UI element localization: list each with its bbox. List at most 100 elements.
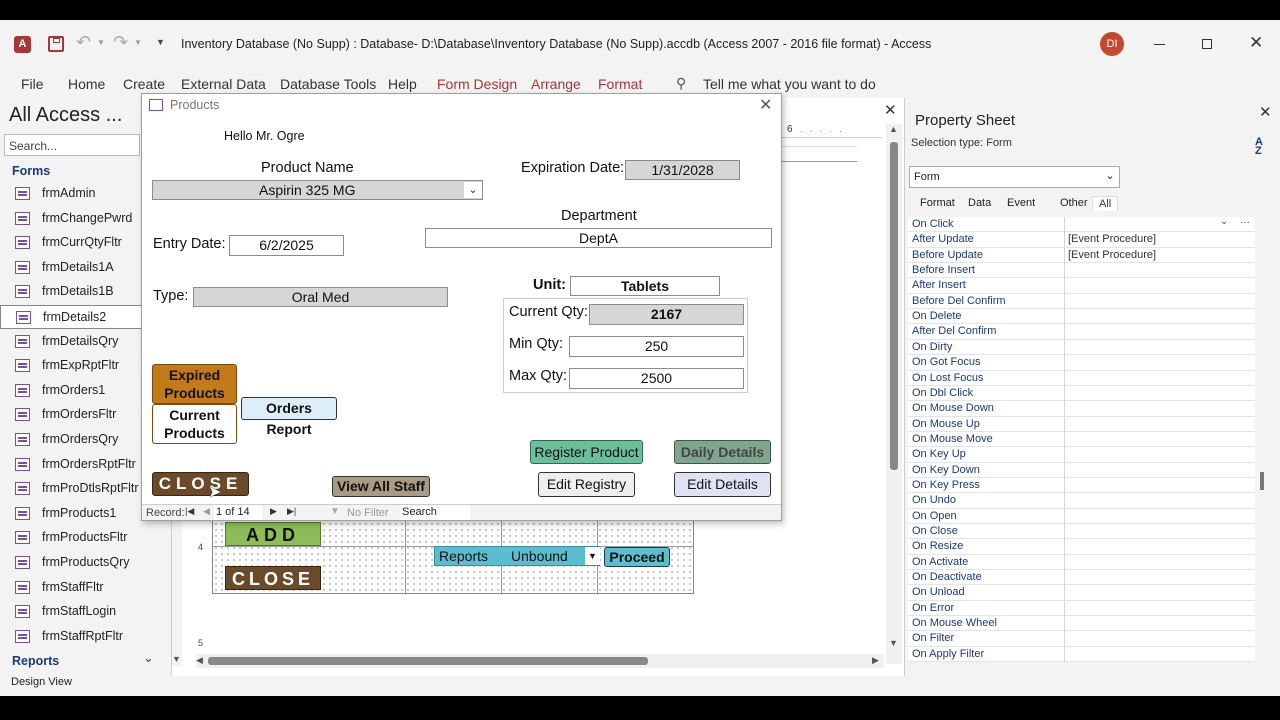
max-qty-field[interactable]: 2500 — [569, 368, 744, 389]
property-row[interactable]: On Mouse Wheel — [908, 616, 1255, 632]
current-products-button[interactable]: Current Products — [152, 404, 237, 444]
sort-az-icon[interactable]: AZ — [1255, 137, 1263, 157]
property-row[interactable]: On Deactivate — [908, 570, 1255, 586]
h-scroll-thumb[interactable] — [208, 657, 648, 665]
avatar[interactable]: DI — [1100, 32, 1124, 56]
close-window-icon[interactable]: ✕ — [1249, 33, 1263, 53]
property-value[interactable] — [1064, 401, 1255, 417]
selection-combo[interactable]: Form ⌄ — [909, 166, 1120, 188]
property-value[interactable] — [1064, 600, 1255, 616]
property-row[interactable]: On Lost Focus — [908, 370, 1255, 386]
product-name-combo[interactable]: Aspirin 325 MG ⌄ — [152, 180, 483, 200]
redo-dropdown-icon[interactable]: ▼ — [134, 38, 142, 47]
scroll-left-icon[interactable]: ◀ — [196, 655, 203, 666]
property-value[interactable] — [1064, 309, 1255, 325]
tab-create[interactable]: Create — [123, 76, 165, 92]
scroll-down-icon[interactable]: ▼ — [172, 654, 181, 664]
tab-database-tools[interactable]: Database Tools — [280, 76, 376, 92]
property-value[interactable] — [1064, 539, 1255, 555]
register-product-button[interactable]: Register Product — [530, 440, 643, 464]
property-row[interactable]: On Dbl Click — [908, 385, 1255, 402]
property-row[interactable]: On Key Down — [908, 462, 1255, 478]
expiration-field[interactable]: 1/31/2028 — [625, 160, 740, 180]
minimize-icon[interactable] — [1154, 44, 1165, 45]
last-record-icon[interactable]: ▶| — [287, 506, 296, 517]
tab-data[interactable]: Data — [962, 196, 997, 210]
property-row[interactable]: On Open — [908, 508, 1255, 525]
property-value[interactable] — [1064, 324, 1255, 340]
property-value[interactable] — [1064, 616, 1255, 632]
unit-field[interactable]: Tablets — [570, 276, 720, 296]
tab-form-design[interactable]: Form Design — [437, 76, 517, 92]
tab-file[interactable]: File — [21, 76, 44, 92]
property-value[interactable] — [1064, 477, 1255, 493]
orders-report-button[interactable]: Orders Report — [241, 397, 337, 437]
property-scroll-thumb[interactable] — [1260, 472, 1264, 490]
record-search[interactable]: Search — [400, 505, 470, 520]
builder-icon[interactable]: … — [1240, 215, 1250, 226]
chevron-down-icon[interactable]: ⌄ — [143, 650, 154, 666]
property-row[interactable]: On Resize — [908, 539, 1255, 555]
tell-me-box[interactable]: Tell me what you want to do — [703, 76, 876, 92]
nav-title[interactable]: All Access ... — [9, 104, 122, 127]
edit-details-button[interactable]: Edit Details — [674, 472, 771, 497]
property-row[interactable]: On Filter — [908, 631, 1255, 647]
scroll-up-icon[interactable]: ▲ — [889, 124, 898, 134]
vertical-scrollbar[interactable]: ▲ ▼ — [886, 124, 902, 664]
property-value[interactable] — [1064, 385, 1255, 401]
property-value[interactable] — [1064, 416, 1255, 432]
tab-format[interactable]: Format — [598, 76, 642, 92]
scroll-thumb[interactable] — [890, 142, 898, 470]
tab-external-data[interactable]: External Data — [181, 76, 266, 92]
close-design-icon[interactable]: ✕ — [884, 101, 897, 119]
nav-item-frmProductsFltr[interactable]: frmProductsFltr — [0, 526, 170, 550]
property-row[interactable]: On Mouse Up — [908, 416, 1255, 432]
type-field[interactable]: Oral Med — [193, 287, 448, 307]
property-row[interactable]: On Got Focus — [908, 355, 1255, 371]
property-value[interactable] — [1064, 370, 1255, 386]
property-value[interactable] — [1064, 585, 1255, 601]
property-scrollbar[interactable] — [1256, 218, 1268, 664]
reports-section-header[interactable]: Reports — [12, 654, 59, 668]
property-value[interactable] — [1064, 554, 1255, 570]
current-qty-field[interactable]: 2167 — [589, 304, 744, 325]
property-row[interactable]: On Key Up — [908, 447, 1255, 463]
scroll-right-icon[interactable]: ▶ — [872, 655, 879, 666]
property-row[interactable]: On Unload — [908, 585, 1255, 601]
min-qty-field[interactable]: 250 — [569, 336, 744, 357]
property-value[interactable] — [1064, 524, 1255, 539]
property-value[interactable] — [1064, 293, 1255, 309]
property-row[interactable]: After Del Confirm — [908, 324, 1255, 340]
property-value[interactable] — [1064, 646, 1255, 662]
prev-record-icon[interactable]: ◀ — [203, 506, 210, 517]
property-value[interactable] — [1064, 631, 1255, 647]
redo-icon[interactable]: ↷ — [113, 32, 128, 53]
add-control[interactable]: ADD — [225, 522, 321, 546]
undo-dropdown-icon[interactable]: ▼ — [97, 38, 105, 47]
tab-arrange[interactable]: Arrange — [531, 76, 581, 92]
property-value[interactable]: [Event Procedure] — [1064, 247, 1255, 263]
edit-registry-button[interactable]: Edit Registry — [538, 472, 635, 497]
tab-event[interactable]: Event — [1001, 196, 1041, 210]
nav-item-frmProductsQry[interactable]: frmProductsQry — [0, 551, 170, 575]
property-value[interactable] — [1064, 493, 1255, 509]
property-value[interactable] — [1064, 339, 1255, 355]
property-row[interactable]: On Dirty — [908, 339, 1255, 356]
horizontal-scrollbar[interactable]: ◀ ▶ — [196, 654, 884, 668]
tab-all[interactable]: All — [1092, 196, 1119, 211]
expired-products-button[interactable]: Expired Products — [152, 364, 237, 404]
property-value[interactable] — [1064, 508, 1255, 524]
property-value[interactable] — [1064, 447, 1255, 463]
close-icon[interactable]: ✕ — [1259, 103, 1272, 121]
property-row[interactable]: On Activate — [908, 554, 1255, 571]
daily-details-button[interactable]: Daily Details — [674, 440, 771, 464]
property-row[interactable]: On Click ⌄… — [908, 215, 1255, 233]
nav-item-frmStaffLogin[interactable]: frmStaffLogin — [0, 600, 170, 624]
property-row[interactable]: On Mouse Down — [908, 401, 1255, 417]
property-row[interactable]: On Key Press — [908, 477, 1255, 494]
property-value[interactable] — [1064, 278, 1255, 294]
department-field[interactable]: DeptA — [425, 228, 772, 248]
first-record-icon[interactable]: |◀ — [185, 506, 194, 517]
property-row[interactable]: After Update [Event Procedure] — [908, 232, 1255, 248]
no-filter-label[interactable]: No Filter — [347, 507, 389, 519]
